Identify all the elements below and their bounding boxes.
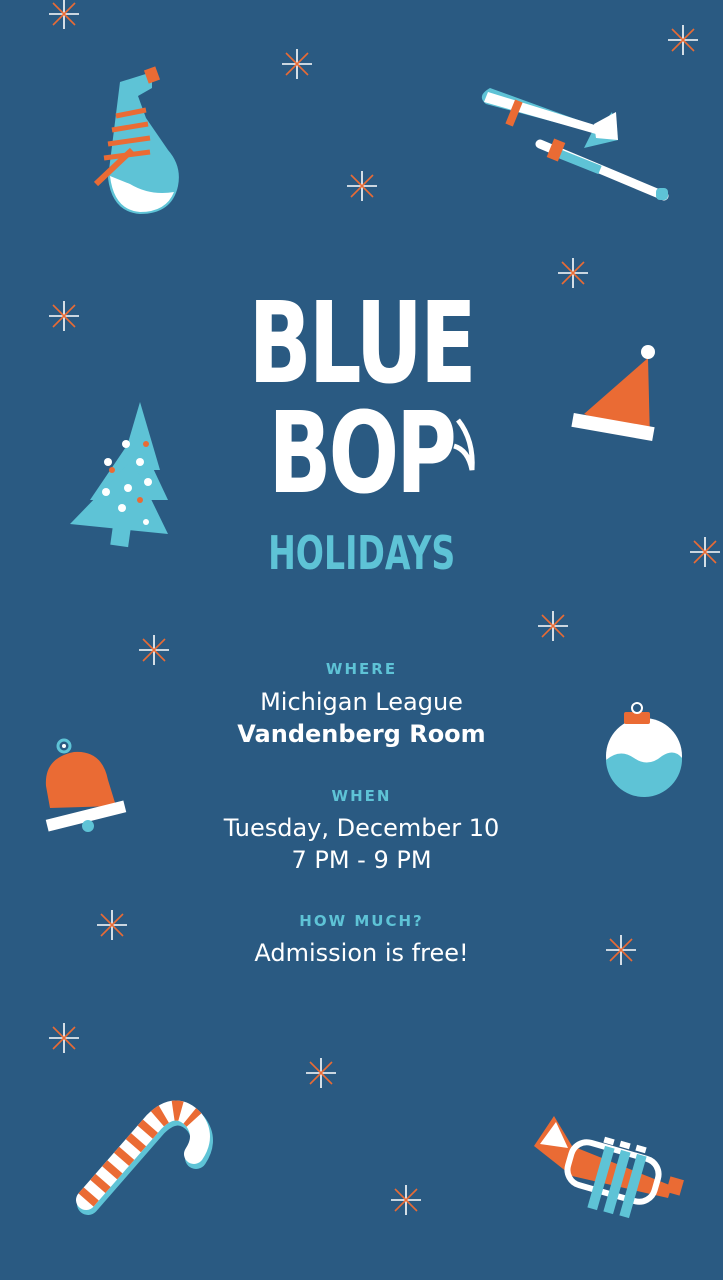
sparkle-icon — [689, 536, 721, 568]
venue-name: Michigan League — [260, 688, 463, 716]
event-poster: BLUE BOP HOLIDAYS WHERE Michigan League … — [0, 0, 723, 1280]
event-time: 7 PM - 9 PM — [291, 846, 432, 874]
sparkle-icon — [305, 1057, 337, 1089]
sparkle-icon — [48, 0, 80, 30]
sparkle-icon — [281, 48, 313, 80]
event-date: Tuesday, December 10 — [223, 814, 500, 842]
sparkle-icon — [346, 170, 378, 202]
sparkle-icon — [667, 24, 699, 56]
logo-line-holidays: HOLIDAYS — [268, 526, 456, 580]
poster-artwork — [0, 0, 723, 1280]
logo-line-blue: BLUE — [248, 279, 477, 409]
when-label: WHEN — [331, 787, 392, 805]
how-much-label: HOW MUCH? — [299, 912, 424, 930]
sparkle-icon — [537, 610, 569, 642]
sparkle-icon — [48, 1022, 80, 1054]
admission-price: Admission is free! — [254, 939, 469, 967]
sparkle-icon — [48, 300, 80, 332]
room-name: Vandenberg Room — [237, 720, 486, 748]
sparkle-icon — [557, 257, 589, 289]
where-label: WHERE — [325, 660, 398, 678]
sparkle-icon — [390, 1184, 422, 1216]
logo-line-bop: BOP — [268, 389, 456, 519]
